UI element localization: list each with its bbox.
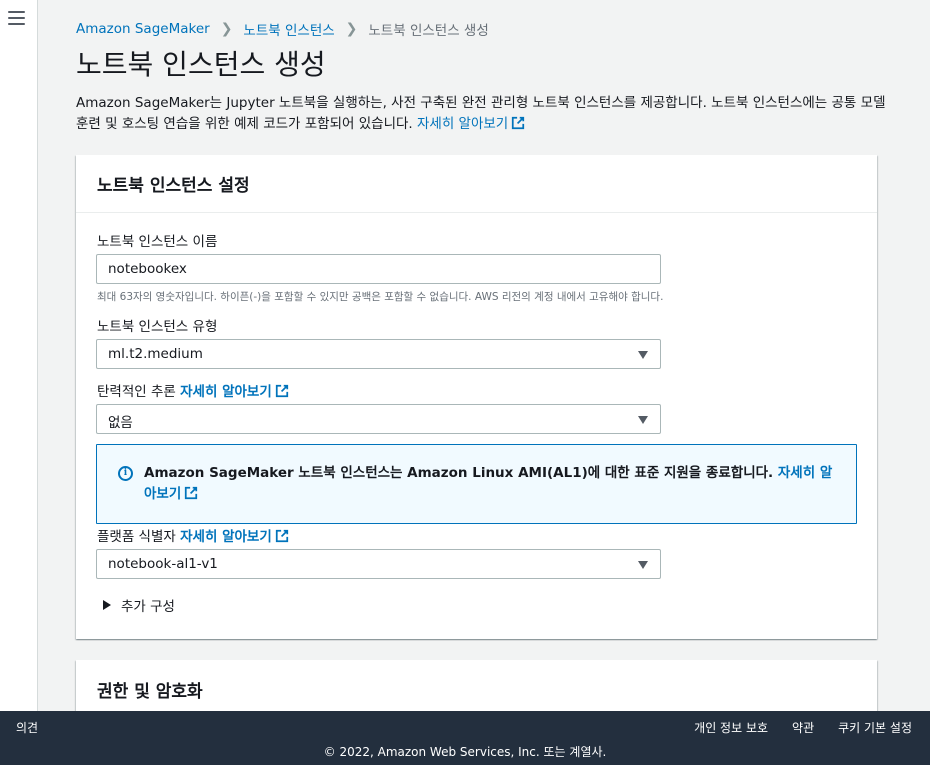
breadcrumb: Amazon SageMaker ❯ 노트북 인스턴스 ❯ 노트북 인스턴스 생… bbox=[76, 19, 489, 39]
breadcrumb-current: 노트북 인스턴스 생성 bbox=[368, 23, 489, 39]
instance-type-value: ml.t2.medium bbox=[108, 346, 203, 362]
external-link-icon bbox=[185, 486, 198, 500]
caret-down-icon bbox=[638, 351, 648, 359]
terms-link[interactable]: 약관 bbox=[792, 719, 814, 736]
main-content: Amazon SageMaker ❯ 노트북 인스턴스 ❯ 노트북 인스턴스 생… bbox=[38, 0, 930, 711]
alert-text: Amazon SageMaker 노트북 인스턴스는 Amazon Linux … bbox=[144, 465, 774, 481]
instance-name-label: 노트북 인스턴스 이름 bbox=[97, 234, 218, 250]
instance-type-select[interactable]: ml.t2.medium bbox=[96, 339, 661, 369]
cookie-preferences-link[interactable]: 쿠키 기본 설정 bbox=[838, 719, 912, 736]
caret-down-icon bbox=[638, 561, 648, 569]
chevron-right-icon: ❯ bbox=[345, 21, 358, 37]
footer-links: 개인 정보 보호 약관 쿠키 기본 설정 bbox=[694, 719, 912, 736]
instance-name-input[interactable]: notebookex bbox=[96, 254, 661, 284]
breadcrumb-notebook-instances[interactable]: 노트북 인스턴스 bbox=[243, 19, 334, 39]
platform-identifier-select[interactable]: notebook-al1-v1 bbox=[96, 549, 661, 579]
external-link-icon bbox=[512, 116, 525, 130]
panel-title: 권한 및 암호화 bbox=[97, 682, 203, 702]
additional-configuration-label: 추가 구성 bbox=[121, 599, 175, 615]
panel-title: 노트북 인스턴스 설정 bbox=[76, 155, 877, 213]
page-title: 노트북 인스턴스 생성 bbox=[76, 48, 326, 81]
side-navigation-rail bbox=[0, 0, 38, 711]
platform-learn-more-link[interactable]: 자세히 알아보기 bbox=[180, 529, 289, 545]
elastic-inference-learn-more-label: 자세히 알아보기 bbox=[180, 384, 272, 400]
learn-more-label: 자세히 알아보기 bbox=[417, 116, 509, 132]
console-footer: 의견 개인 정보 보호 약관 쿠키 기본 설정 © 2022, Amazon W… bbox=[0, 711, 930, 765]
platform-identifier-label-text: 플랫폼 식별자 bbox=[97, 529, 176, 545]
elastic-inference-label: 탄력적인 추론 자세히 알아보기 bbox=[97, 380, 289, 400]
al1-support-alert: i Amazon SageMaker 노트북 인스턴스는 Amazon Linu… bbox=[96, 444, 857, 524]
elastic-inference-select[interactable]: 없음 bbox=[96, 404, 661, 434]
hamburger-menu-icon[interactable] bbox=[8, 11, 25, 25]
caret-down-icon bbox=[638, 416, 648, 424]
permissions-encryption-panel: 권한 및 암호화 bbox=[76, 660, 877, 711]
platform-learn-more-label: 자세히 알아보기 bbox=[180, 529, 272, 545]
notebook-settings-panel: 노트북 인스턴스 설정 노트북 인스턴스 이름 notebookex 최대 63… bbox=[76, 155, 877, 639]
instance-name-value: notebookex bbox=[108, 261, 187, 277]
external-link-icon bbox=[275, 384, 288, 398]
chevron-right-icon: ❯ bbox=[220, 21, 233, 37]
instance-name-hint: 최대 63자의 영숫자입니다. 하이픈(-)을 포함할 수 있지만 공백은 포함… bbox=[97, 291, 664, 303]
info-icon: i bbox=[118, 466, 133, 481]
platform-identifier-value: notebook-al1-v1 bbox=[108, 556, 218, 572]
additional-configuration-toggle[interactable]: 추가 구성 bbox=[103, 595, 175, 615]
feedback-link[interactable]: 의견 bbox=[16, 719, 38, 736]
page-description: Amazon SageMaker는 Jupyter 노트북을 실행하는, 사전 … bbox=[76, 93, 888, 135]
elastic-inference-label-text: 탄력적인 추론 bbox=[97, 384, 176, 400]
platform-identifier-label: 플랫폼 식별자 자세히 알아보기 bbox=[97, 525, 289, 545]
breadcrumb-sagemaker[interactable]: Amazon SageMaker bbox=[76, 21, 210, 37]
instance-type-label: 노트북 인스턴스 유형 bbox=[97, 319, 218, 335]
elastic-inference-value: 없음 bbox=[108, 415, 133, 431]
elastic-inference-learn-more-link[interactable]: 자세히 알아보기 bbox=[180, 384, 289, 400]
copyright-text: © 2022, Amazon Web Services, Inc. 또는 계열사… bbox=[323, 745, 607, 759]
caret-right-icon bbox=[103, 600, 111, 610]
privacy-link[interactable]: 개인 정보 보호 bbox=[694, 719, 768, 736]
learn-more-link[interactable]: 자세히 알아보기 bbox=[417, 116, 525, 132]
external-link-icon bbox=[275, 529, 288, 543]
